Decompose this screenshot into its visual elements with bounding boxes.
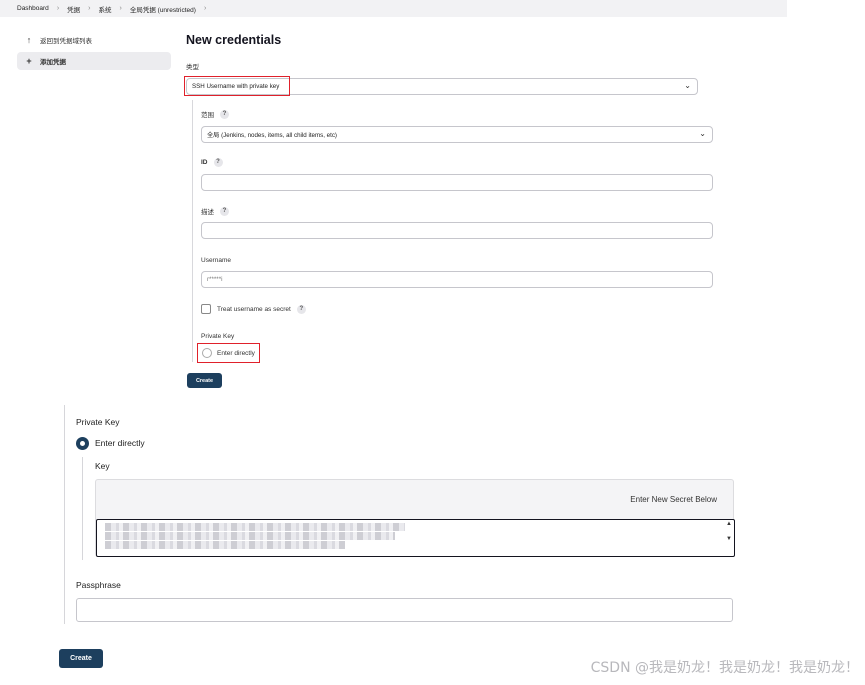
arrow-up-icon: ↑ [26, 35, 32, 45]
sidebar-item-add-credentials[interactable]: + 添加凭据 [17, 52, 171, 70]
key-container: Enter New Secret Below ▲ ▼ [95, 479, 735, 557]
sidebar-item-label: 返回到凭据域列表 [40, 38, 92, 45]
enter-directly-label: Enter directly [95, 438, 145, 448]
highlight-kind [184, 76, 290, 96]
scroll-up-icon[interactable]: ▲ [726, 521, 732, 527]
redacted-key-line [105, 532, 395, 540]
chevron-down-icon: ⌄ [699, 129, 706, 138]
chevron-down-icon: ⌄ [684, 81, 691, 90]
scope-select-value: 全局 (Jenkins, nodes, items, all child ite… [207, 132, 337, 139]
username-label: Username [201, 256, 231, 264]
id-label: ID ? [201, 157, 223, 167]
username-input[interactable]: r*****i [201, 271, 713, 288]
chevron-right-icon: › [119, 5, 122, 12]
scroll-down-icon[interactable]: ▼ [726, 536, 732, 542]
help-icon[interactable]: ? [213, 157, 223, 167]
help-icon[interactable]: ? [220, 206, 229, 216]
kind-label: 类型 [186, 64, 199, 71]
nested-line [82, 457, 83, 560]
section-line [64, 405, 65, 624]
key-label: Key [95, 461, 110, 471]
page-title: New credentials [186, 33, 282, 47]
scope-select[interactable]: 全局 (Jenkins, nodes, items, all child ite… [201, 126, 713, 143]
create-button[interactable]: Create [187, 373, 222, 388]
private-key-label: Private Key [201, 332, 235, 340]
chevron-right-icon: › [203, 5, 207, 12]
id-label-text: ID [201, 158, 208, 166]
passphrase-input[interactable] [76, 598, 733, 622]
create-button[interactable]: Create [59, 649, 103, 668]
enter-directly-radio-selected[interactable] [76, 437, 89, 450]
description-input[interactable] [201, 222, 713, 239]
breadcrumb-dashboard[interactable]: Dashboard [17, 5, 49, 12]
sidebar-item-label: 添加凭据 [40, 59, 66, 66]
breadcrumb-system[interactable]: 系统 [99, 4, 112, 14]
breadcrumb: Dashboard › 凭据 › 系统 › 全局凭据 (unrestricted… [0, 0, 787, 17]
breadcrumb-global-credentials[interactable]: 全局凭据 (unrestricted) [130, 4, 196, 14]
help-icon[interactable]: ? [296, 304, 306, 314]
nested-section-line [192, 100, 193, 362]
key-textarea[interactable]: ▲ ▼ [96, 519, 735, 557]
treat-secret-label: Treat username as secret ? [217, 304, 306, 314]
treat-secret-label-text: Treat username as secret [217, 305, 291, 313]
chevron-right-icon: › [88, 5, 91, 12]
private-key-label: Private Key [76, 417, 120, 427]
top-screenshot: Dashboard › 凭据 › 系统 › 全局凭据 (unrestricted… [0, 0, 787, 390]
help-icon[interactable]: ? [220, 109, 229, 119]
id-input[interactable] [201, 174, 713, 191]
passphrase-label: Passphrase [76, 580, 121, 590]
highlight-enter-directly [197, 343, 260, 363]
description-label: 描述 ? [201, 206, 229, 216]
redacted-key-line [105, 541, 345, 549]
description-label-text: 描述 [201, 209, 214, 216]
watermark: CSDN @我是奶龙！我是奶龙！我是奶龙！ [590, 660, 859, 676]
key-hint: Enter New Secret Below [630, 495, 717, 504]
scope-label: 范围 ? [201, 109, 229, 119]
chevron-right-icon: › [56, 5, 60, 12]
scope-label-text: 范围 [201, 112, 214, 119]
treat-secret-checkbox[interactable] [201, 304, 211, 314]
breadcrumb-credentials[interactable]: 凭据 [67, 4, 80, 14]
sidebar-item-back[interactable]: ↑ 返回到凭据域列表 [17, 31, 171, 49]
redacted-key-line [105, 523, 405, 531]
plus-icon: + [26, 56, 32, 66]
